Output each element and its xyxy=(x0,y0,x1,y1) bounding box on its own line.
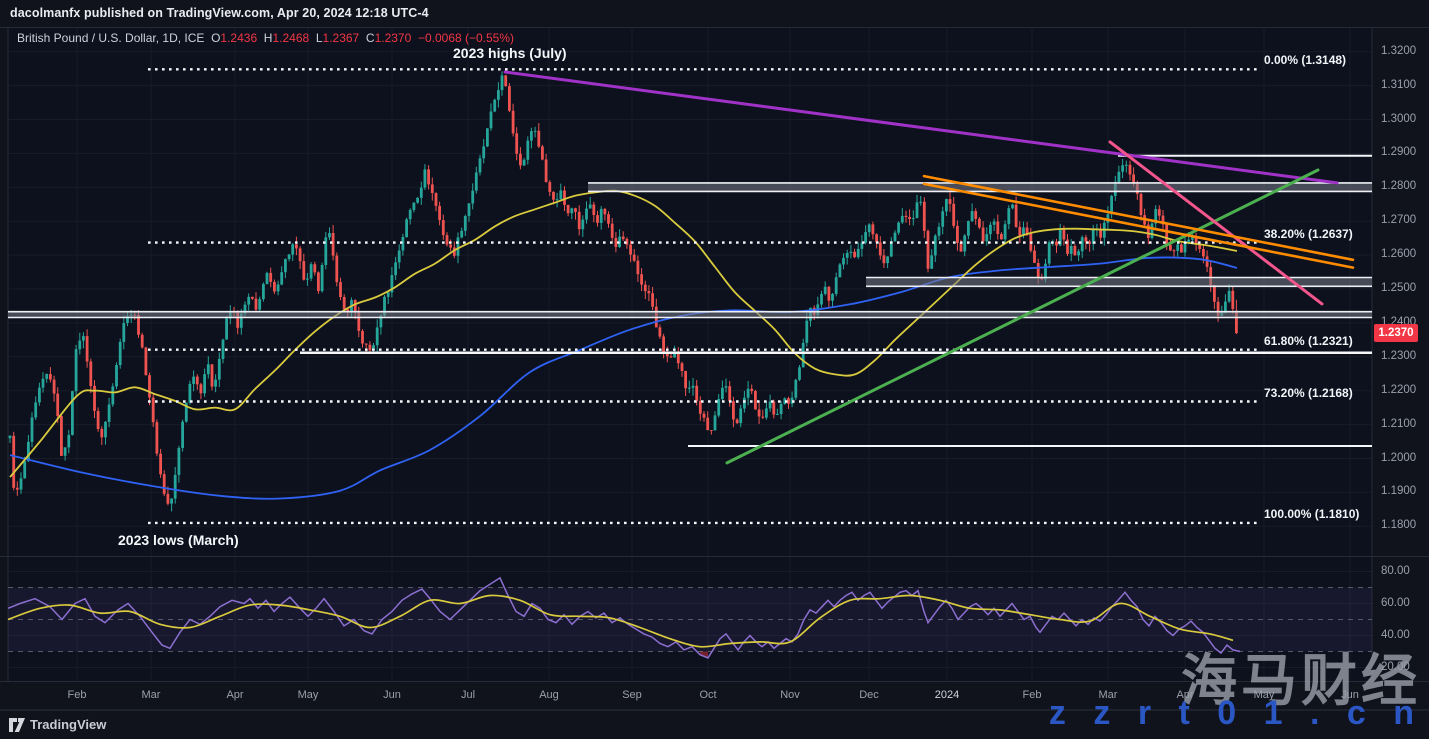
rsi-axis-tick[interactable]: 60.00 xyxy=(1381,597,1410,609)
annotation-2023-lows: 2023 lows (March) xyxy=(118,532,239,548)
low-label: L xyxy=(316,31,323,45)
rsi-axis-tick[interactable]: 80.00 xyxy=(1381,565,1410,577)
price-axis-tick[interactable]: 1.1800 xyxy=(1381,519,1416,531)
published-byline: dacolmanfx published on TradingView.com,… xyxy=(10,6,429,20)
fib-level-label: 73.20% (1.2168) xyxy=(1264,386,1353,400)
time-axis-tick[interactable]: Sep xyxy=(622,689,642,701)
symbol-bar[interactable]: British Pound / U.S. Dollar, 1D, ICE O1.… xyxy=(17,31,514,45)
price-axis-tick[interactable]: 1.2500 xyxy=(1381,282,1416,294)
tradingview-logo-icon[interactable] xyxy=(9,718,25,733)
time-axis-tick[interactable]: Nov xyxy=(780,689,800,701)
price-axis-tick[interactable]: 1.3100 xyxy=(1381,79,1416,91)
time-axis-tick[interactable]: 2024 xyxy=(935,689,959,701)
fib-level-label: 100.00% (1.1810) xyxy=(1264,507,1359,521)
tradingview-published-chart: dacolmanfx published on TradingView.com,… xyxy=(0,0,1429,739)
price-axis-tick[interactable]: 1.2900 xyxy=(1381,146,1416,158)
time-axis-tick[interactable]: Feb xyxy=(68,689,87,701)
price-axis-tick[interactable]: 1.2300 xyxy=(1381,350,1416,362)
time-axis-tick[interactable]: Jul xyxy=(461,689,475,701)
time-axis-tick[interactable]: Oct xyxy=(699,689,716,701)
sr-zone[interactable] xyxy=(8,312,1372,318)
close-value: 1.2370 xyxy=(375,31,412,45)
high-value: 1.2468 xyxy=(272,31,309,45)
fib-level-label: 61.80% (1.2321) xyxy=(1264,334,1353,348)
price-axis-tick[interactable]: 1.1900 xyxy=(1381,485,1416,497)
time-axis-tick[interactable]: May xyxy=(298,689,319,701)
low-value: 1.2367 xyxy=(323,31,360,45)
price-axis-tick[interactable]: 1.2800 xyxy=(1381,180,1416,192)
change-value: −0.0068 (−0.55%) xyxy=(418,31,514,45)
annotation-2023-highs: 2023 highs (July) xyxy=(453,45,567,61)
time-axis-tick[interactable]: Feb xyxy=(1023,689,1042,701)
time-axis-tick[interactable]: Jun xyxy=(383,689,401,701)
symbol-title: British Pound / U.S. Dollar, 1D, ICE xyxy=(17,31,204,45)
price-axis-tick[interactable]: 1.2200 xyxy=(1381,384,1416,396)
price-axis-tick[interactable]: 1.2700 xyxy=(1381,214,1416,226)
close-label: C xyxy=(366,31,375,45)
chart-canvas[interactable] xyxy=(0,0,1429,739)
watermark-url: z z r t 0 1 . c n xyxy=(1049,694,1423,733)
price-axis-tick[interactable]: 1.2000 xyxy=(1381,452,1416,464)
price-axis-tick[interactable]: 1.2600 xyxy=(1381,248,1416,260)
tradingview-brand[interactable]: TradingView xyxy=(30,717,106,732)
time-axis-tick[interactable]: Mar xyxy=(142,689,161,701)
price-axis-tick[interactable]: 1.3200 xyxy=(1381,45,1416,57)
fib-level-label: 0.00% (1.3148) xyxy=(1264,53,1346,67)
last-price-badge: 1.2370 xyxy=(1374,324,1418,342)
price-axis-tick[interactable]: 1.3000 xyxy=(1381,113,1416,125)
fib-level-label: 38.20% (1.2637) xyxy=(1264,227,1353,241)
open-value: 1.2436 xyxy=(220,31,257,45)
price-axis-tick[interactable]: 1.2100 xyxy=(1381,418,1416,430)
time-axis-tick[interactable]: Dec xyxy=(859,689,879,701)
time-axis-tick[interactable]: Aug xyxy=(539,689,559,701)
time-axis-tick[interactable]: Apr xyxy=(226,689,243,701)
